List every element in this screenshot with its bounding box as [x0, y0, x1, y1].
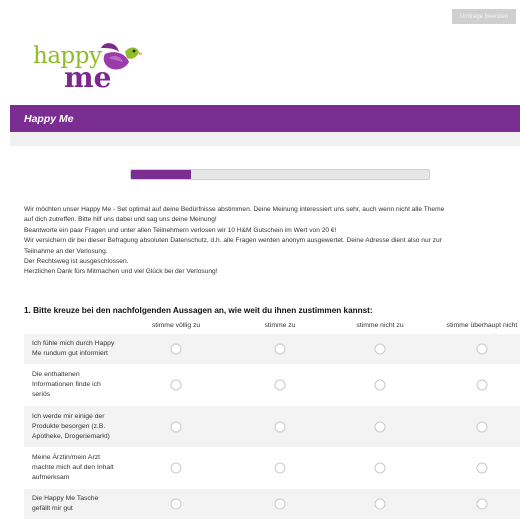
answer-radio[interactable]	[274, 421, 286, 432]
question-row: Meine Ärztin/mein Arzt machte mich auf de…	[24, 447, 520, 489]
answer-radio[interactable]	[476, 498, 488, 510]
progress-fill	[131, 170, 191, 179]
answer-radio[interactable]	[476, 421, 488, 432]
statement-line: machte mich auf den Inhalt	[32, 464, 114, 471]
intro-line: Herzlichen Dank fürs Mitmachen und viel …	[24, 268, 218, 276]
intro-line: auf dich zutreffen. Bitte hilf uns dabei…	[24, 216, 217, 224]
statement-label: Die enthaltenen Informationen finde ich se…	[32, 370, 150, 400]
column-header: stimme zu	[264, 322, 296, 329]
answer-radio[interactable]	[374, 462, 386, 474]
statement-line: Ich fühle mich durch Happy	[32, 340, 115, 347]
answer-radio[interactable]	[170, 498, 182, 510]
statement-line: gefällt mir gut	[32, 505, 73, 512]
statement-line: Ich werde mir einige der	[32, 412, 105, 420]
answer-radio[interactable]	[374, 343, 386, 355]
question-row: Die enthaltenen Informationen finde ich se…	[24, 364, 520, 406]
answer-radio[interactable]	[274, 379, 286, 391]
answer-radio[interactable]	[476, 462, 488, 474]
statement-label: Die Happy Me Tasche gefällt mir gut	[32, 494, 150, 514]
question-title: 1. Bitte kreuze bei den nachfolgenden Au…	[24, 306, 373, 315]
intro-line: Wir möchten unser Happy Me - Set optimal…	[24, 206, 445, 213]
statement-line: aufmerksam	[32, 474, 70, 481]
survey-title-bar: Happy Me	[10, 105, 520, 132]
question-row: Ich werde mir einige der Produkte besorge…	[24, 406, 520, 447]
intro-line: Teilnahme an der Verlosung.	[24, 247, 108, 255]
happy-me-logo: happy me	[33, 38, 143, 94]
answer-radio[interactable]	[170, 462, 182, 474]
statement-line: Produkte besorgen (z.B.	[32, 422, 106, 430]
statement-label: Ich fühle mich durch Happy Me rundum gut …	[32, 339, 150, 359]
statement-label: Meine Ärztin/mein Arzt machte mich auf de…	[32, 453, 150, 483]
statement-line: Die enthaltenen	[32, 371, 80, 378]
answer-radio[interactable]	[274, 462, 286, 474]
bird-icon	[101, 43, 143, 70]
intro-text: Wir möchten unser Happy Me - Set optimal…	[24, 205, 520, 278]
progress-bar	[130, 169, 430, 180]
statement-line: Informationen finde ich	[32, 381, 101, 388]
statement-line: Me rundum gut informiert	[32, 350, 108, 357]
answer-radio[interactable]	[274, 498, 286, 510]
question-row: Die Happy Me Tasche gefällt mir gut	[24, 489, 520, 519]
answer-radio[interactable]	[476, 343, 488, 355]
survey-title: Happy Me	[24, 112, 74, 125]
intro-line: Der Rechtsweg ist ausgeschlossen.	[24, 257, 129, 265]
answer-radio[interactable]	[170, 379, 182, 391]
intro-line: Beantworte ein paar Fragen und unter all…	[24, 226, 337, 234]
answer-radio[interactable]	[170, 343, 182, 355]
column-header: stimme nicht zu	[356, 322, 404, 329]
header-band	[10, 132, 520, 146]
column-header: stimme überhaupt nicht	[446, 322, 518, 329]
intro-line: Wir versichern dir bei dieser Befragung …	[24, 237, 442, 245]
column-header: stimme völlig zu	[151, 322, 201, 329]
statement-line: seriös	[32, 391, 51, 398]
statement-line: Apotheke, Drogeriemarkt)	[32, 432, 110, 440]
statement-line: Die Happy Me Tasche	[32, 495, 99, 502]
end-survey-button[interactable]: Umfrage beenden	[452, 9, 516, 24]
answer-radio[interactable]	[476, 379, 488, 391]
answer-radio[interactable]	[274, 343, 286, 355]
answer-radio[interactable]	[374, 421, 386, 432]
answer-radio[interactable]	[170, 421, 182, 432]
answer-radio[interactable]	[374, 379, 386, 391]
answer-radio[interactable]	[374, 498, 386, 510]
question-row: Ich fühle mich durch Happy Me rundum gut …	[24, 334, 520, 364]
statement-label: Ich werde mir einige der Produkte besorge…	[32, 412, 150, 442]
statement-line: Meine Ärztin/mein Arzt	[32, 454, 100, 461]
